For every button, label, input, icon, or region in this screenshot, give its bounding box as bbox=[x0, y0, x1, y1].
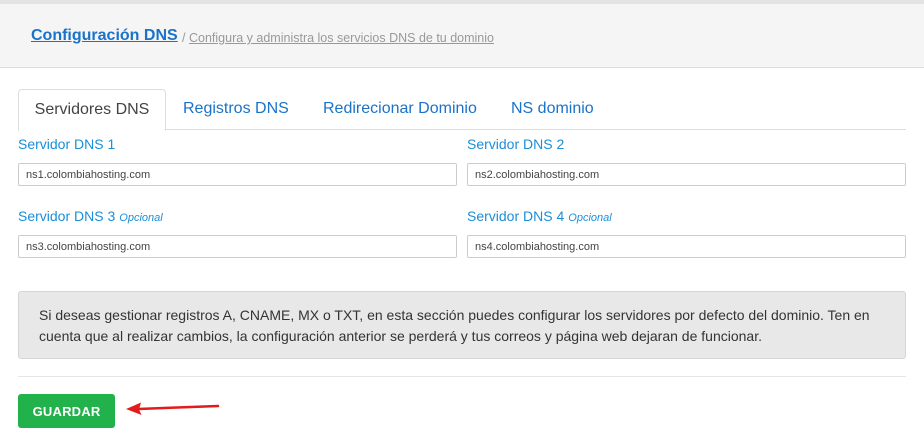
dns2-label-text: Servidor DNS 2 bbox=[467, 136, 565, 152]
dns4-optional-tag: Opcional bbox=[568, 212, 612, 224]
dns3-label-text: Servidor DNS 3 bbox=[18, 208, 116, 224]
title-separator: / bbox=[182, 31, 186, 45]
dns1-label-text: Servidor DNS 1 bbox=[18, 136, 116, 152]
dns-tabs: Servidores DNS Registros DNS Redireciona… bbox=[18, 89, 906, 131]
info-notice: Si deseas gestionar registros A, CNAME, … bbox=[18, 291, 906, 359]
dns2-input[interactable] bbox=[467, 163, 906, 186]
form-divider bbox=[18, 376, 906, 377]
dns2-label: Servidor DNS 2 bbox=[467, 136, 564, 152]
page-subtitle: Configura y administra los servicios DNS… bbox=[189, 31, 494, 45]
dns4-input[interactable] bbox=[467, 235, 906, 258]
dns3-optional-tag: Opcional bbox=[119, 212, 163, 224]
dns3-label: Servidor DNS 3 Opcional bbox=[18, 208, 163, 224]
dns1-input[interactable] bbox=[18, 163, 457, 186]
tab-redirecionar-dominio[interactable]: Redirecionar Dominio bbox=[323, 89, 477, 130]
page-header: Configuración DNS / Configura y administ… bbox=[0, 4, 924, 68]
save-button[interactable]: GUARDAR bbox=[18, 394, 115, 428]
tab-registros-dns[interactable]: Registros DNS bbox=[183, 89, 289, 130]
annotation-arrow-icon bbox=[126, 402, 220, 415]
tab-ns-dominio[interactable]: NS dominio bbox=[511, 89, 594, 130]
dns3-input[interactable] bbox=[18, 235, 457, 258]
dns4-label-text: Servidor DNS 4 bbox=[467, 208, 565, 224]
tab-servidores-dns[interactable]: Servidores DNS bbox=[18, 89, 166, 131]
page-title-link[interactable]: Configuración DNS bbox=[31, 27, 178, 45]
dns1-label: Servidor DNS 1 bbox=[18, 136, 115, 152]
dns4-label: Servidor DNS 4 Opcional bbox=[467, 208, 612, 224]
